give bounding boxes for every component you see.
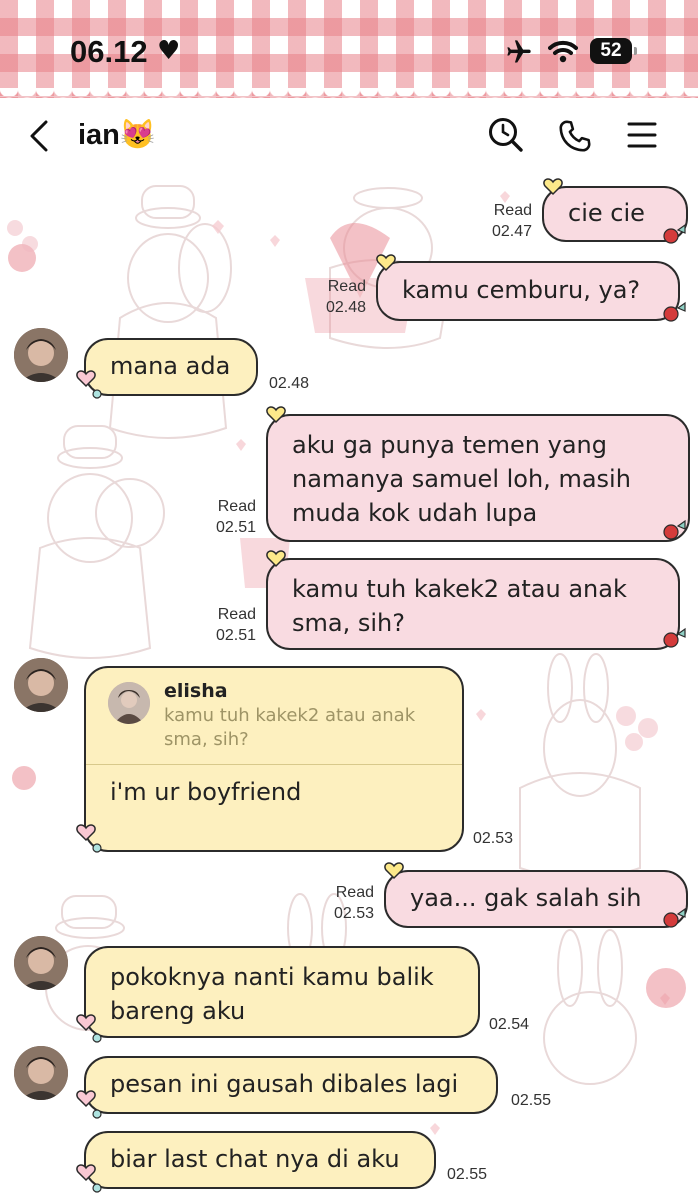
battery-level: 52 — [600, 40, 622, 61]
message-time: 02.47 — [491, 223, 532, 240]
person-avatar-icon — [14, 328, 68, 382]
reply-sender-name: elisha — [164, 680, 228, 702]
read-label: Read — [493, 202, 532, 219]
read-receipt: Read 02.53 — [314, 882, 374, 924]
phone-icon[interactable] — [557, 116, 593, 156]
message-text: cie cie — [568, 199, 645, 227]
message-text: aku ga punya temen yang namanya samuel l… — [292, 431, 631, 527]
divider — [0, 96, 698, 97]
message-time: 02.55 — [447, 1166, 488, 1183]
read-receipt: Read 02.47 — [472, 200, 532, 242]
quoted-reply[interactable]: elisha kamu tuh kakek2 atau anak sma, si… — [86, 668, 462, 765]
reply-avatar — [108, 682, 150, 724]
message-text: pesan ini gausah dibales lagi — [110, 1070, 459, 1098]
message-bubble-out[interactable]: aku ga punya temen yang namanya samuel l… — [266, 414, 690, 542]
read-label: Read — [327, 278, 366, 295]
read-label: Read — [217, 606, 256, 623]
message-time: 02.53 — [333, 905, 374, 922]
airplane-mode-icon — [507, 40, 531, 63]
message-time: 02.55 — [511, 1092, 552, 1109]
person-avatar-icon — [14, 658, 68, 712]
avatar[interactable] — [14, 658, 68, 712]
message-time: 02.54 — [489, 1016, 530, 1033]
message-text: mana ada — [110, 352, 231, 380]
message-time: 02.48 — [269, 375, 310, 392]
message-time: 02.51 — [215, 627, 256, 644]
chat-area[interactable]: Read 02.47 cie cie Read 02.48 kamu cembu… — [0, 168, 698, 1200]
message-time: 02.48 — [325, 299, 366, 316]
message-bubble-in[interactable]: pesan ini gausah dibales lagi — [84, 1056, 498, 1114]
status-bar: 06.12 ♥ 52 — [0, 0, 698, 98]
avatar[interactable] — [14, 1046, 68, 1100]
heart-icon: ♥ — [157, 36, 181, 66]
message-text: kamu tuh kakek2 atau anak sma, sih? — [292, 575, 627, 637]
back-arrow-icon[interactable] — [22, 118, 54, 154]
avatar[interactable] — [14, 936, 68, 990]
battery-indicator: 52 — [590, 38, 637, 64]
wifi-icon — [548, 40, 578, 63]
message-bubble-in[interactable]: biar last chat nya di aku — [84, 1131, 436, 1189]
message-bubble-out[interactable]: cie cie — [542, 186, 688, 242]
message-time: 02.53 — [473, 830, 514, 847]
message-text: yaa... gak salah sih — [410, 884, 642, 912]
message-bubble-in[interactable]: mana ada — [84, 338, 258, 396]
message-text: biar last chat nya di aku — [110, 1145, 400, 1173]
read-label: Read — [335, 884, 374, 901]
person-avatar-icon — [14, 936, 68, 990]
chat-header: ian😻 — [0, 104, 698, 168]
message-bubble-out[interactable]: yaa... gak salah sih — [384, 870, 688, 928]
message-bubble-in[interactable]: pokoknya nanti kamu balik bareng aku — [84, 946, 480, 1038]
chat-title[interactable]: ian😻 — [78, 118, 156, 152]
status-time: 06.12 — [70, 34, 148, 69]
menu-icon[interactable] — [626, 118, 658, 152]
read-receipt: Read 02.48 — [306, 276, 366, 318]
message-text: kamu cemburu, ya? — [402, 276, 641, 304]
message-bubble-out[interactable]: kamu cemburu, ya? — [376, 261, 680, 321]
avatar[interactable] — [14, 328, 68, 382]
message-time: 02.51 — [215, 519, 256, 536]
message-text: i'm ur boyfriend — [110, 778, 302, 806]
reply-quoted-text: kamu tuh kakek2 atau anak sma, sih? — [164, 705, 416, 750]
person-avatar-icon — [14, 1046, 68, 1100]
read-receipt: Read 02.51 — [196, 496, 256, 538]
read-label: Read — [217, 498, 256, 515]
search-history-icon[interactable] — [487, 116, 525, 156]
message-text: pokoknya nanti kamu balik bareng aku — [110, 963, 434, 1025]
reply-message-bubble[interactable]: elisha kamu tuh kakek2 atau anak sma, si… — [84, 666, 464, 852]
message-bubble-out[interactable]: kamu tuh kakek2 atau anak sma, sih? — [266, 558, 680, 650]
read-receipt: Read 02.51 — [196, 604, 256, 646]
person-avatar-icon — [108, 682, 150, 724]
